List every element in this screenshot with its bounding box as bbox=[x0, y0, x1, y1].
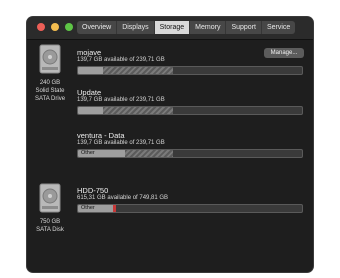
title-bar: Overview Displays Storage Memory Support… bbox=[27, 17, 313, 40]
volume-name: HDD-750 bbox=[77, 186, 109, 195]
volume-name: Update bbox=[77, 88, 102, 97]
purgeable-segment bbox=[125, 150, 173, 157]
volume-info: 139,7 GB available of 239,71 GB bbox=[77, 140, 165, 146]
hdd-drive-icon bbox=[39, 183, 61, 213]
purgeable-segment bbox=[103, 67, 173, 74]
ssd-capacity: 240 GB bbox=[39, 80, 61, 86]
hdd-type: SATA Disk bbox=[36, 227, 64, 233]
tab-bar: Overview Displays Storage Memory Support… bbox=[77, 21, 296, 34]
system-info-window: Overview Displays Storage Memory Support… bbox=[27, 17, 313, 272]
close-button[interactable] bbox=[37, 23, 45, 31]
storage-bar: Other bbox=[77, 149, 303, 158]
tab-storage[interactable]: Storage bbox=[154, 21, 191, 34]
ssd-type-line2: SATA Drive bbox=[34, 96, 66, 102]
storage-bar bbox=[77, 66, 303, 75]
tab-overview[interactable]: Overview bbox=[77, 21, 118, 34]
volume-info: 615,31 GB available of 749,81 GB bbox=[77, 195, 169, 201]
volume-name: ventura - Data bbox=[77, 131, 125, 140]
ssd-type-line1: Solid State bbox=[35, 88, 65, 94]
minimize-button[interactable] bbox=[51, 23, 59, 31]
other-segment bbox=[78, 67, 103, 74]
tab-support[interactable]: Support bbox=[226, 21, 262, 34]
volume-info: 139,7 GB available of 239,71 GB bbox=[77, 57, 165, 63]
manage-button[interactable]: Manage... bbox=[264, 48, 304, 58]
volume-info: 139,7 GB available of 239,71 GB bbox=[77, 97, 165, 103]
ssd-drive-icon bbox=[39, 44, 61, 74]
hdd-capacity: 750 GB bbox=[39, 219, 61, 225]
tab-service[interactable]: Service bbox=[262, 21, 295, 34]
segment-label: Other bbox=[81, 150, 95, 156]
system-segment bbox=[113, 205, 116, 212]
zoom-button[interactable] bbox=[65, 23, 73, 31]
storage-bar: Other bbox=[77, 204, 303, 213]
other-segment: Other bbox=[78, 205, 113, 212]
other-segment bbox=[78, 107, 103, 114]
purgeable-segment bbox=[103, 107, 173, 114]
tab-displays[interactable]: Displays bbox=[117, 21, 155, 34]
tab-memory[interactable]: Memory bbox=[190, 21, 227, 34]
storage-bar bbox=[77, 106, 303, 115]
segment-label: Other bbox=[81, 205, 95, 211]
volume-name: mojave bbox=[77, 48, 102, 57]
other-segment: Other bbox=[78, 150, 125, 157]
